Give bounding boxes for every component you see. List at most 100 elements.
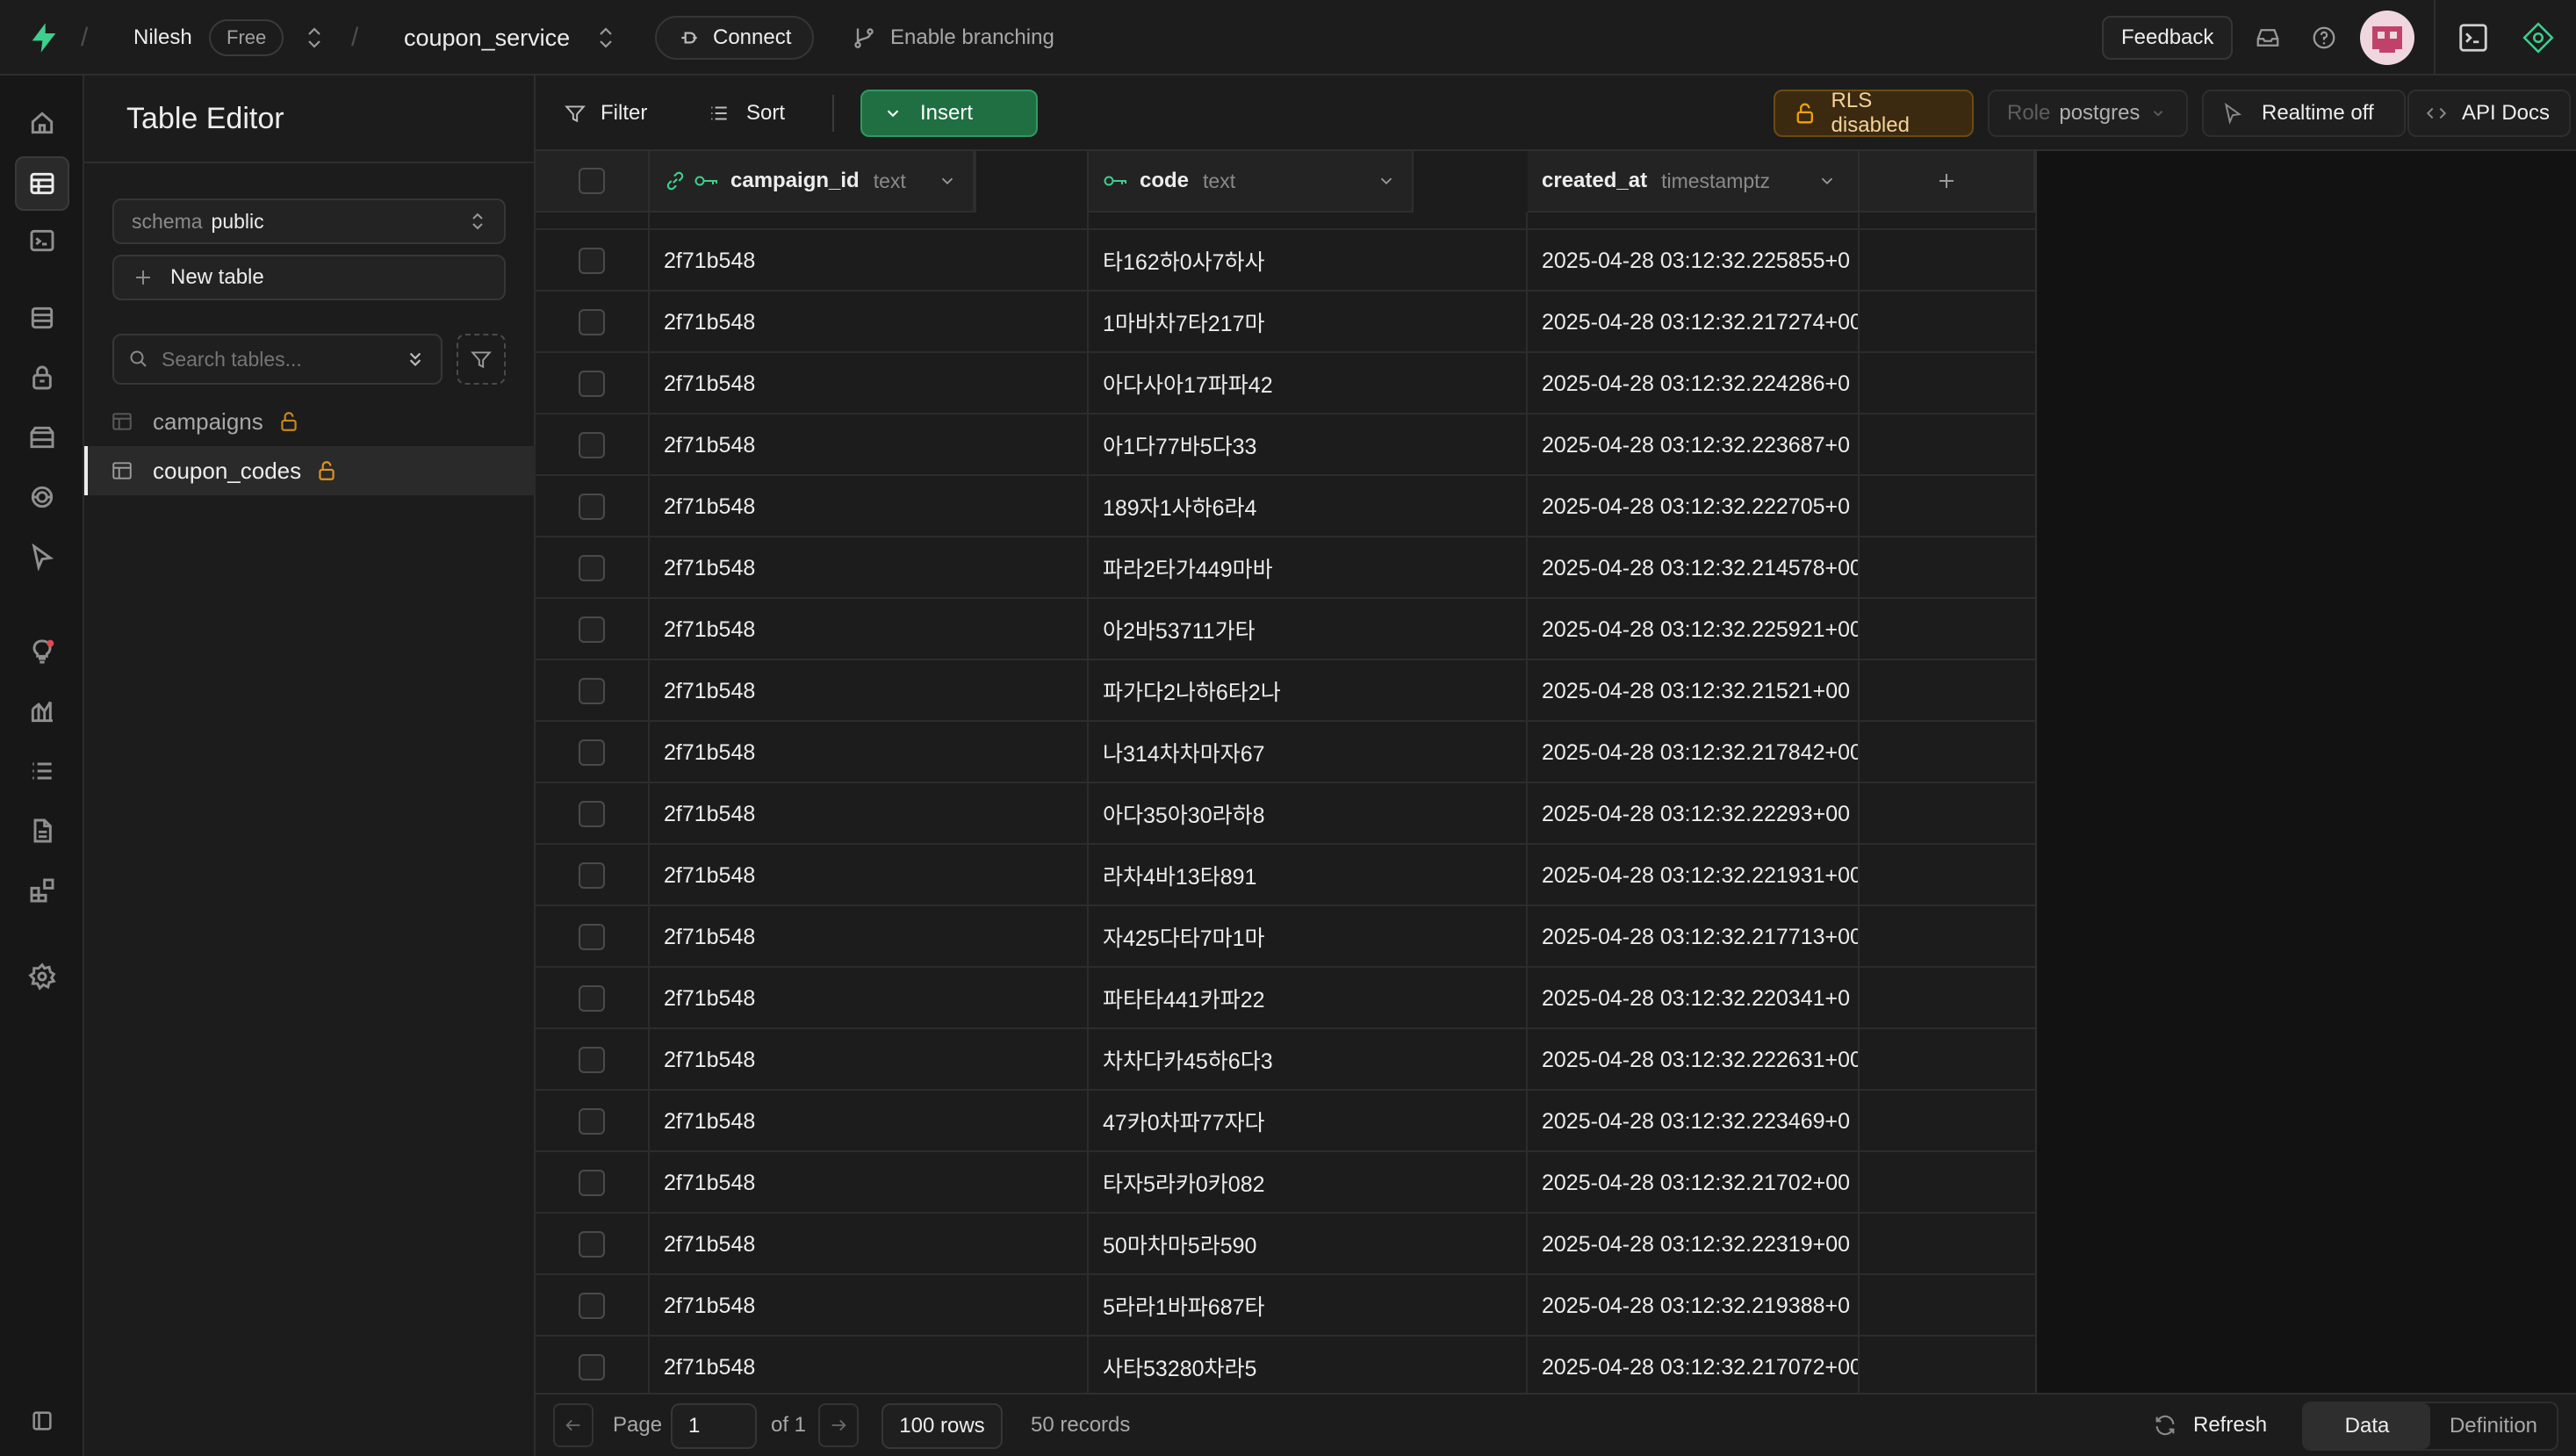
campaign-id-cell[interactable]: 2f71b548 xyxy=(650,1029,1089,1091)
created-at-cell[interactable]: 2025-04-28 03:12:32.223687+0 xyxy=(1528,414,1860,476)
code-cell[interactable]: 1마바차7타217마 xyxy=(1089,292,1528,353)
created-at-cell[interactable]: 2025-04-28 03:12:32.223469+0 xyxy=(1528,1091,1860,1152)
add-column-button[interactable] xyxy=(1860,151,2035,213)
row-checkbox[interactable] xyxy=(579,309,605,335)
row-checkbox[interactable] xyxy=(579,924,605,950)
project-switcher-chevron-icon[interactable] xyxy=(595,0,616,76)
code-cell[interactable]: 나314차차마자67 xyxy=(1089,722,1528,783)
row-checkbox[interactable] xyxy=(579,494,605,520)
table-row[interactable]: 2f71b548 아2바53711가타 2025-04-28 03:12:32.… xyxy=(536,599,2035,660)
campaign-id-cell[interactable]: 2f71b548 xyxy=(650,1275,1089,1337)
created-at-cell[interactable]: 2025-04-28 03:12:32.224286+0 xyxy=(1528,353,1860,414)
table-row[interactable]: 2f71b548 파가다2나하6타2나 2025-04-28 03:12:32.… xyxy=(536,660,2035,722)
search-tables-input[interactable] xyxy=(162,347,372,371)
code-cell[interactable]: 47카0차파77자다 xyxy=(1089,1091,1528,1152)
created-at-cell[interactable]: 2025-04-28 03:12:32.220341+0 xyxy=(1528,968,1860,1029)
code-cell[interactable]: 타자5라카0카082 xyxy=(1089,1152,1528,1214)
integrations-icon[interactable] xyxy=(21,869,63,912)
row-checkbox[interactable] xyxy=(579,1231,605,1258)
created-at-cell[interactable]: 2025-04-28 03:12:32.22319+00 xyxy=(1528,1214,1860,1275)
row-checkbox[interactable] xyxy=(579,862,605,889)
row-checkbox[interactable] xyxy=(579,1170,605,1196)
table-row[interactable]: 2f71b548 라차4바13타891 2025-04-28 03:12:32.… xyxy=(536,845,2035,906)
role-selector[interactable]: Role postgres xyxy=(1988,90,2188,137)
previous-page-button[interactable] xyxy=(553,1403,594,1447)
search-tables-field[interactable] xyxy=(112,334,443,385)
created-at-cell[interactable]: 2025-04-28 03:12:32.217274+00 xyxy=(1528,292,1860,353)
row-checkbox[interactable] xyxy=(579,1047,605,1073)
code-cell[interactable]: 아다35아30라하8 xyxy=(1089,783,1528,845)
row-checkbox[interactable] xyxy=(579,616,605,643)
table-row[interactable]: 2f71b548 50마차마5라590 2025-04-28 03:12:32.… xyxy=(536,1214,2035,1275)
table-row[interactable]: 2f71b548 189자1사하6라4 2025-04-28 03:12:32.… xyxy=(536,476,2035,537)
database-icon[interactable] xyxy=(21,297,63,339)
table-row[interactable]: 2f71b548 아다사아17파파42 2025-04-28 03:12:32.… xyxy=(536,353,2035,414)
created-at-cell[interactable]: 2025-04-28 03:12:32.22293+00 xyxy=(1528,783,1860,845)
created-at-cell[interactable]: 2025-04-28 03:12:32.225921+00 xyxy=(1528,599,1860,660)
code-cell[interactable]: 사타53280차라5 xyxy=(1089,1337,1528,1393)
row-checkbox[interactable] xyxy=(579,678,605,704)
tab-definition[interactable]: Definition xyxy=(2430,1403,2557,1449)
api-docs-button[interactable]: API Docs xyxy=(2407,90,2571,137)
table-editor-icon[interactable] xyxy=(15,156,69,211)
campaign-id-cell[interactable]: 2f71b548 xyxy=(650,476,1089,537)
project-name[interactable]: coupon_service xyxy=(404,0,570,76)
code-cell[interactable]: 타162하0사7하사 xyxy=(1089,230,1528,292)
new-table-button[interactable]: New table xyxy=(112,255,506,300)
chevron-down-icon[interactable] xyxy=(1817,171,1837,191)
feedback-button[interactable]: Feedback xyxy=(2102,16,2234,60)
supabase-logo-icon[interactable] xyxy=(26,0,61,76)
created-at-cell[interactable]: 2025-04-28 03:12:32.219388+0 xyxy=(1528,1275,1860,1337)
created-at-cell[interactable]: 2025-04-28 03:12:32.222705+0 xyxy=(1528,476,1860,537)
org-name[interactable]: Nilesh xyxy=(133,0,192,76)
table-row[interactable]: 2f71b548 타자5라카0카082 2025-04-28 03:12:32.… xyxy=(536,1152,2035,1214)
table-row[interactable]: 2f71b548 아다35아30라하8 2025-04-28 03:12:32.… xyxy=(536,783,2035,845)
chevron-down-icon[interactable] xyxy=(938,171,957,191)
realtime-toggle-button[interactable]: Realtime off xyxy=(2202,90,2406,137)
auth-icon[interactable] xyxy=(21,357,63,399)
row-checkbox[interactable] xyxy=(579,739,605,766)
campaign-id-cell[interactable]: 2f71b548 xyxy=(650,1214,1089,1275)
page-number-input[interactable]: 1 xyxy=(671,1403,757,1449)
row-checkbox[interactable] xyxy=(579,248,605,274)
code-cell[interactable]: 파가다2나하6타2나 xyxy=(1089,660,1528,722)
row-checkbox[interactable] xyxy=(579,1354,605,1380)
campaign-id-cell[interactable]: 2f71b548 xyxy=(650,660,1089,722)
column-header-created-at[interactable]: created_at timestamptz xyxy=(1528,151,1860,213)
campaign-id-cell[interactable]: 2f71b548 xyxy=(650,230,1089,292)
sort-button[interactable]: Sort xyxy=(708,91,785,135)
rows-per-page-selector[interactable]: 100 rows xyxy=(881,1403,1003,1449)
table-row[interactable]: 2f71b548 47카0차파77자다 2025-04-28 03:12:32.… xyxy=(536,1091,2035,1152)
row-checkbox[interactable] xyxy=(579,801,605,827)
reports-icon[interactable] xyxy=(21,690,63,732)
advisors-icon[interactable] xyxy=(21,631,63,673)
code-cell[interactable]: 라차4바13타891 xyxy=(1089,845,1528,906)
row-checkbox[interactable] xyxy=(579,555,605,581)
table-list-item-campaigns[interactable]: campaigns xyxy=(84,397,536,446)
enable-branching-button[interactable]: Enable branching xyxy=(852,0,1054,76)
campaign-id-cell[interactable]: 2f71b548 xyxy=(650,414,1089,476)
code-cell[interactable]: 자425다타7마1마 xyxy=(1089,906,1528,968)
created-at-cell[interactable]: 2025-04-28 03:12:32.21702+00 xyxy=(1528,1152,1860,1214)
campaign-id-cell[interactable]: 2f71b548 xyxy=(650,537,1089,599)
realtime-icon[interactable] xyxy=(21,476,63,518)
column-header-campaign-id[interactable]: campaign_id text xyxy=(650,151,975,213)
created-at-cell[interactable]: 2025-04-28 03:12:32.221931+00 xyxy=(1528,845,1860,906)
table-row[interactable]: 2f71b548 파타타441카파22 2025-04-28 03:12:32.… xyxy=(536,968,2035,1029)
campaign-id-cell[interactable]: 2f71b548 xyxy=(650,722,1089,783)
row-checkbox[interactable] xyxy=(579,1293,605,1319)
code-cell[interactable]: 파라2타가449마바 xyxy=(1089,537,1528,599)
org-switcher-chevron-icon[interactable] xyxy=(304,0,325,76)
table-row[interactable]: 2f71b548 아1다77바5다33 2025-04-28 03:12:32.… xyxy=(536,414,2035,476)
campaign-id-cell[interactable]: 2f71b548 xyxy=(650,968,1089,1029)
created-at-cell[interactable]: 2025-04-28 03:12:32.225855+0 xyxy=(1528,230,1860,292)
table-list-item-coupon-codes[interactable]: coupon_codes xyxy=(84,446,536,495)
code-cell[interactable]: 50마차마5라590 xyxy=(1089,1214,1528,1275)
avatar[interactable] xyxy=(2360,0,2414,76)
storage-icon[interactable] xyxy=(21,416,63,458)
column-header-code[interactable]: code text xyxy=(1089,151,1414,213)
api-docs-icon[interactable] xyxy=(21,810,63,852)
chevrons-down-icon[interactable] xyxy=(404,348,427,371)
table-row[interactable]: 2f71b548 나314차차마자67 2025-04-28 03:12:32.… xyxy=(536,722,2035,783)
created-at-cell[interactable]: 2025-04-28 03:12:32.222631+00 xyxy=(1528,1029,1860,1091)
